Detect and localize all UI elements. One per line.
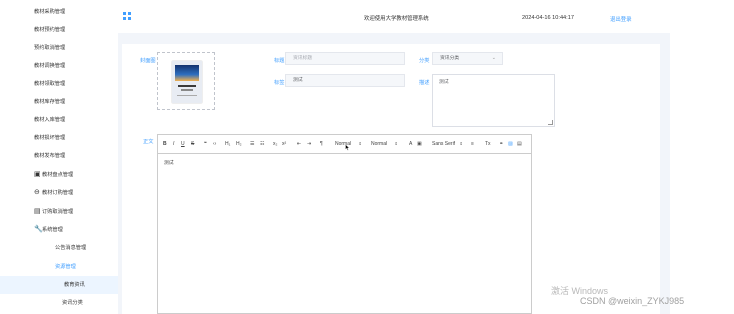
body-label: 正文 bbox=[143, 139, 154, 145]
sidebar-item-textbook-exchange[interactable]: 教材调换管理 bbox=[0, 57, 118, 75]
italic-button[interactable]: I bbox=[173, 141, 174, 147]
cover-label: 封面图 bbox=[140, 58, 156, 64]
align-button[interactable]: ≡ bbox=[471, 141, 474, 147]
title-placeholder: 资讯标题 bbox=[293, 56, 313, 61]
sidebar-group-system[interactable]: 🔧 系统管理 bbox=[0, 221, 118, 239]
subscript-button[interactable]: x₂ bbox=[273, 141, 277, 147]
category-value: 资讯分类 bbox=[440, 56, 460, 61]
sidebar-item-label: 教材采购管理 bbox=[34, 9, 66, 15]
sidebar-item-label: 教材预约管理 bbox=[34, 27, 66, 33]
sidebar-item-label: 教材发布管理 bbox=[34, 153, 66, 159]
title-label: 标题 bbox=[274, 58, 285, 64]
text-direction-button[interactable]: ¶ bbox=[320, 141, 323, 147]
title-input[interactable]: 资讯标题 bbox=[285, 52, 405, 65]
desc-label: 描述 bbox=[419, 80, 430, 86]
sidebar-item-label: 教材领取管理 bbox=[34, 81, 66, 87]
sidebar-item-news-category[interactable]: 资讯分类 bbox=[0, 294, 118, 312]
sidebar-item-textbook-damage[interactable]: 教材损坏管理 bbox=[0, 129, 118, 147]
right-blank-area bbox=[670, 0, 734, 314]
sidebar-item-label: 资源管理 bbox=[55, 264, 76, 270]
bullet-list-button[interactable]: ☷ bbox=[260, 141, 264, 147]
header-select[interactable]: Normal ⇕ bbox=[371, 141, 398, 147]
sidebar-item-label: 教材库存管理 bbox=[34, 99, 66, 105]
clean-format-button[interactable]: Tx bbox=[485, 141, 491, 147]
chevron-updown-icon: ⇕ bbox=[459, 141, 463, 146]
tag-input[interactable]: 测试 bbox=[285, 74, 405, 87]
menu-grid-icon[interactable] bbox=[123, 12, 131, 20]
header: 欢迎使用大学教材管理系统 2024-04-16 10:44:17 退出登录 bbox=[118, 0, 670, 33]
datetime: 2024-04-16 10:44:17 bbox=[522, 15, 574, 21]
header-value: Normal bbox=[371, 141, 388, 147]
ordered-list-button[interactable]: ☰ bbox=[250, 141, 254, 147]
logout-link[interactable]: 退出登录 bbox=[610, 15, 632, 23]
tag-value: 测试 bbox=[293, 78, 303, 83]
inventory-icon: ▣ bbox=[34, 171, 41, 178]
h1-button[interactable]: H₁ bbox=[225, 141, 230, 147]
cancel-order-icon: ▤ bbox=[34, 208, 41, 215]
sidebar-group-label: 教材盘点管理 bbox=[42, 172, 74, 178]
background-color-button[interactable]: ▣ bbox=[417, 141, 422, 147]
editor-toolbar: B I U S ❝ ‹› H₁ H₂ ☰ ☷ x₂ x² ⇤ ⇥ ¶ Norma… bbox=[158, 135, 531, 154]
sidebar-item-textbook-pickup[interactable]: 教材领取管理 bbox=[0, 75, 118, 93]
sidebar-item-resource[interactable]: 资源管理 bbox=[0, 258, 118, 276]
csdn-watermark: CSDN @weixin_ZYKJ985 bbox=[580, 296, 685, 306]
sidebar-item-edu-news[interactable]: 教育资讯 bbox=[0, 276, 118, 294]
cover-upload[interactable] bbox=[157, 52, 215, 110]
sidebar-group-label: 订购取消管理 bbox=[42, 209, 74, 215]
wrench-icon: 🔧 bbox=[34, 226, 43, 233]
link-button[interactable]: ⚭ bbox=[499, 141, 503, 147]
font-select[interactable]: Sans Serif ⇕ bbox=[432, 141, 463, 147]
code-block-button[interactable]: ‹› bbox=[213, 141, 216, 147]
rich-text-editor: B I U S ❝ ‹› H₁ H₂ ☰ ☷ x₂ x² ⇤ ⇥ ¶ Norma… bbox=[157, 134, 532, 314]
editor-content[interactable]: 测试 bbox=[164, 159, 174, 166]
sidebar-group-order[interactable]: ⊖ 教材订购管理 bbox=[0, 184, 118, 202]
cover-image bbox=[172, 61, 202, 103]
tag-label: 标签 bbox=[274, 80, 285, 86]
image-button[interactable]: ▨ bbox=[508, 141, 513, 147]
sidebar-group-label: 系统管理 bbox=[42, 227, 63, 233]
category-label: 分类 bbox=[419, 58, 430, 64]
sidebar-item-reservation-cancel[interactable]: 预约取消管理 bbox=[0, 39, 118, 57]
font-value: Sans Serif bbox=[432, 141, 456, 147]
sidebar-item-notice[interactable]: 公告消息管理 bbox=[0, 239, 118, 257]
sidebar-item-textbook-inbound[interactable]: 教材入库管理 bbox=[0, 111, 118, 129]
strike-button[interactable]: S bbox=[191, 141, 194, 147]
sidebar: 教材采购管理 教材预约管理 预约取消管理 教材调换管理 教材领取管理 教材库存管… bbox=[0, 0, 119, 314]
sidebar-item-textbook-stock[interactable]: 教材库存管理 bbox=[0, 93, 118, 111]
sidebar-group-inventory[interactable]: ▣ 教材盘点管理 bbox=[0, 166, 118, 184]
sidebar-item-label: 教育资讯 bbox=[64, 282, 85, 288]
sidebar-item-label: 教材损坏管理 bbox=[34, 135, 66, 141]
sidebar-item-label: 资讯分类 bbox=[62, 300, 83, 306]
chevron-updown-icon: ⇕ bbox=[358, 141, 362, 146]
sidebar-item-label: 教材入库管理 bbox=[34, 117, 66, 123]
sidebar-group-label: 教材订购管理 bbox=[42, 190, 74, 196]
bold-button[interactable]: B bbox=[163, 141, 167, 147]
resize-handle-icon[interactable] bbox=[548, 120, 553, 125]
text-color-button[interactable]: A bbox=[409, 141, 412, 147]
sidebar-group-order-cancel[interactable]: ▤ 订购取消管理 bbox=[0, 203, 118, 221]
sidebar-item-label: 公告消息管理 bbox=[55, 245, 87, 251]
chevron-down-icon: ⌄ bbox=[491, 55, 496, 61]
superscript-button[interactable]: x² bbox=[282, 141, 286, 147]
outdent-button[interactable]: ⇤ bbox=[297, 141, 301, 147]
mouse-cursor-icon bbox=[345, 144, 350, 151]
desc-value: 测试 bbox=[439, 80, 449, 85]
chevron-updown-icon: ⇕ bbox=[394, 141, 398, 146]
sidebar-item-textbook-publish[interactable]: 教材发布管理 bbox=[0, 147, 118, 165]
h2-button[interactable]: H₂ bbox=[236, 141, 242, 147]
sidebar-item-label: 预约取消管理 bbox=[34, 45, 66, 51]
blockquote-button[interactable]: ❝ bbox=[204, 141, 207, 147]
desc-textarea[interactable]: 测试 bbox=[432, 74, 555, 127]
video-button[interactable]: ▤ bbox=[517, 141, 522, 147]
indent-button[interactable]: ⇥ bbox=[307, 141, 311, 147]
link-icon: ⚭ bbox=[499, 141, 504, 147]
sidebar-item-textbook-reservation[interactable]: 教材预约管理 bbox=[0, 21, 118, 39]
underline-button[interactable]: U bbox=[181, 141, 185, 147]
sidebar-item-label: 教材调换管理 bbox=[34, 63, 66, 69]
sidebar-item-textbook-purchase[interactable]: 教材采购管理 bbox=[0, 3, 118, 21]
order-icon: ⊖ bbox=[34, 189, 40, 196]
category-select[interactable]: 资讯分类 ⌄ bbox=[432, 52, 503, 65]
page-title: 欢迎使用大学教材管理系统 bbox=[364, 16, 429, 22]
